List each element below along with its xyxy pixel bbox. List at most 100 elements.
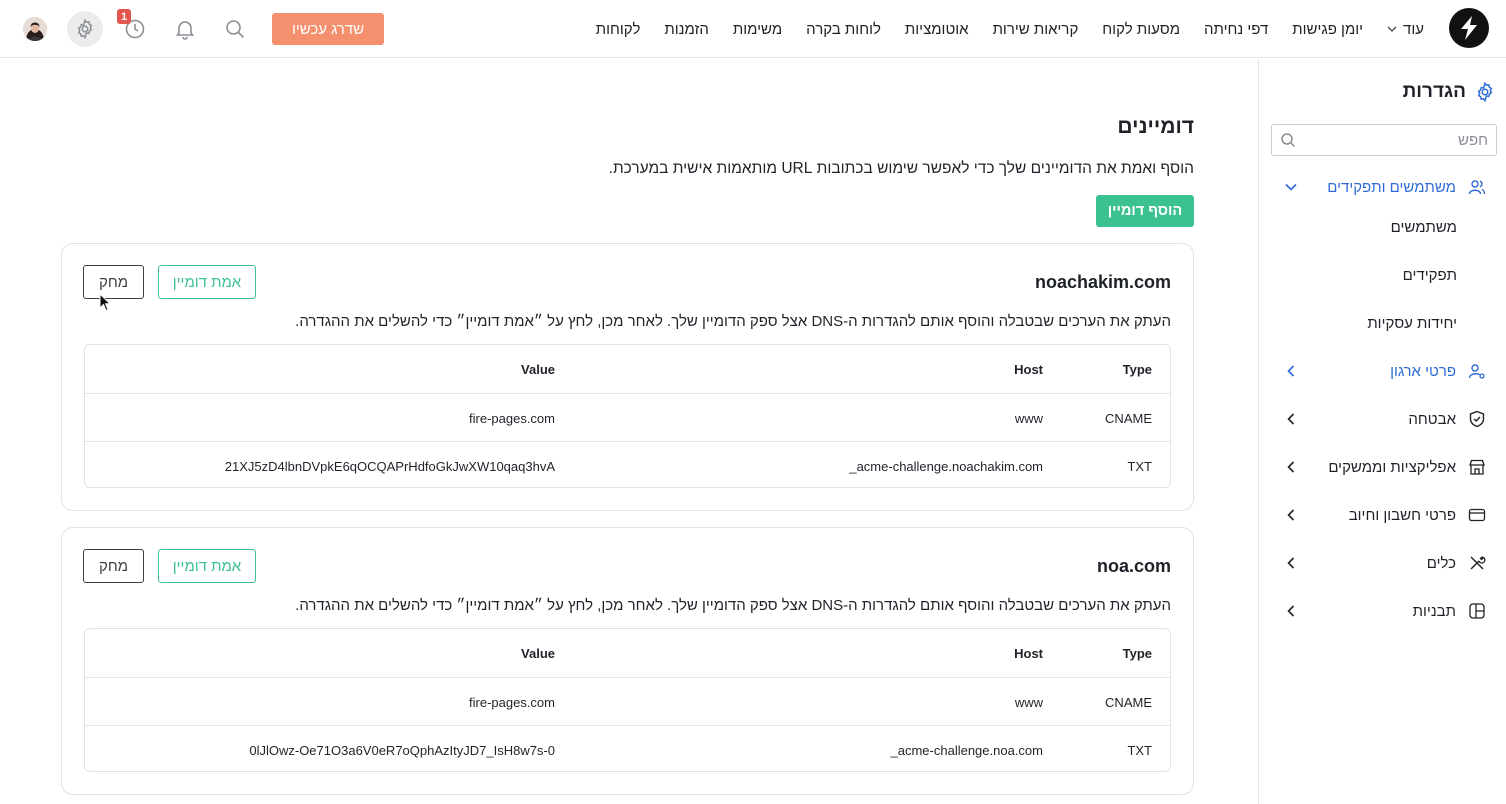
- chevron-left-icon: [1284, 460, 1298, 474]
- sidebar-search: [1271, 124, 1497, 156]
- sidebar-item-label: תבניות: [1412, 602, 1456, 620]
- sidebar-subitem-roles[interactable]: תפקידים: [1403, 267, 1457, 284]
- chevron-down-icon: [1284, 180, 1298, 194]
- domain-card: noa.com אמת דומיין מחק העתק את הערכים שב…: [61, 527, 1194, 795]
- sidebar-item-organization-details[interactable]: פרטי ארגון: [1258, 356, 1506, 386]
- sidebar-item-users-and-roles[interactable]: משתמשים ותפקידים: [1258, 172, 1506, 202]
- nav-item-orders[interactable]: הזמנות: [664, 21, 708, 38]
- table-row: TXT _acme-challenge.noa.com 0lJlOwz-Oe71…: [85, 725, 1170, 771]
- top-bar: לקוחות הזמנות משימות לוחות בקרה אוטומציו…: [0, 0, 1506, 58]
- settings-button[interactable]: [67, 11, 103, 47]
- sidebar-header: הגדרות: [1403, 81, 1496, 103]
- sidebar-item-label: פרטי חשבון וחיוב: [1348, 506, 1456, 524]
- logo-bolt-icon: [1461, 16, 1477, 40]
- chevron-left-icon: [1284, 364, 1298, 378]
- record-value: 0lJlOwz-Oe71O3a6V0eR7oQphAzItyJD7_IsH8w7…: [249, 742, 555, 758]
- search-icon: [226, 20, 245, 39]
- column-header-host: Host: [1014, 645, 1043, 661]
- dns-instructions: העתק את הערכים שבטבלה והוסף אותם להגדרות…: [295, 313, 1171, 330]
- nav-item-customers[interactable]: לקוחות: [596, 21, 641, 38]
- app-logo[interactable]: [1449, 8, 1489, 48]
- main-content: דומיינים הוסף ואמת את הדומיינים שלך כדי …: [0, 59, 1258, 804]
- column-header-type: Type: [1122, 645, 1152, 661]
- table-header-row: Type Host Value: [85, 345, 1170, 393]
- column-header-host: Host: [1014, 361, 1043, 377]
- sidebar-item-apps-and-integrations[interactable]: אפליקציות וממשקים: [1258, 452, 1506, 482]
- nav-item-tasks[interactable]: משימות: [733, 21, 782, 38]
- record-host: _acme-challenge.noachakim.com: [849, 458, 1043, 474]
- chevron-left-icon: [1284, 412, 1298, 426]
- user-avatar[interactable]: [23, 17, 47, 41]
- chevron-left-icon: [1284, 508, 1298, 522]
- nav-item-customer-journeys[interactable]: מסעות לקוח: [1102, 21, 1180, 38]
- template-icon: [1468, 602, 1486, 620]
- sidebar-item-label: אבטחה: [1408, 410, 1456, 428]
- notification-badge: 1: [117, 9, 131, 24]
- chevron-left-icon: [1284, 556, 1298, 570]
- chevron-down-icon: [1387, 26, 1397, 32]
- record-host: www: [1014, 694, 1043, 710]
- dns-records-table: Type Host Value CNAME www fire-pages.com…: [84, 628, 1171, 772]
- record-value: fire-pages.com: [469, 694, 555, 710]
- record-type: CNAME: [1105, 694, 1152, 710]
- verify-domain-button[interactable]: אמת דומיין: [158, 549, 256, 583]
- column-header-type: Type: [1122, 361, 1152, 377]
- main-nav: לקוחות הזמנות משימות לוחות בקרה אוטומציו…: [596, 0, 1424, 58]
- sidebar-item-label: כלים: [1426, 554, 1456, 572]
- sidebar-subitem-users[interactable]: משתמשים: [1391, 219, 1457, 236]
- delete-domain-button[interactable]: מחק: [83, 549, 144, 583]
- delete-domain-button[interactable]: מחק: [83, 265, 144, 299]
- avatar-image: [23, 17, 47, 41]
- gear-icon: [77, 18, 93, 40]
- org-user-icon: [1468, 362, 1486, 380]
- record-type: TXT: [1127, 458, 1152, 474]
- sidebar-search-input[interactable]: [1318, 131, 1488, 149]
- mouse-cursor-icon: [99, 292, 112, 317]
- record-type: CNAME: [1105, 410, 1152, 426]
- notifications-button[interactable]: [168, 12, 202, 46]
- store-icon: [1468, 458, 1486, 476]
- domain-name: noa.com: [1096, 556, 1171, 576]
- nav-item-service-tickets[interactable]: קריאות שירות: [993, 21, 1079, 38]
- sidebar-item-label: פרטי ארגון: [1390, 362, 1456, 380]
- search-button[interactable]: [218, 12, 252, 46]
- record-type: TXT: [1127, 742, 1152, 758]
- dns-instructions: העתק את הערכים שבטבלה והוסף אותם להגדרות…: [295, 597, 1171, 614]
- add-domain-button[interactable]: הוסף דומיין: [1096, 195, 1194, 227]
- record-value: 21XJ5zD4lbnDVpkE6qOCQAPrHdfoGkJwXW10qaq3…: [224, 458, 555, 474]
- sidebar-item-label: אפליקציות וממשקים: [1328, 458, 1456, 476]
- record-value: fire-pages.com: [469, 410, 555, 426]
- page-description: הוסף ואמת את הדומיינים שלך כדי לאפשר שימ…: [608, 160, 1194, 177]
- dns-records-table: Type Host Value CNAME www fire-pages.com…: [84, 344, 1171, 488]
- sidebar-subitem-business-units[interactable]: יחידות עסקיות: [1367, 315, 1457, 332]
- sidebar-item-account-and-billing[interactable]: פרטי חשבון וחיוב: [1258, 500, 1506, 530]
- domain-name: noachakim.com: [1034, 272, 1171, 292]
- verify-domain-button[interactable]: אמת דומיין: [158, 265, 256, 299]
- tools-icon: [1468, 554, 1486, 572]
- table-row: CNAME www fire-pages.com: [85, 677, 1170, 725]
- sidebar-item-label: משתמשים ותפקידים: [1327, 178, 1456, 196]
- nav-item-dashboards[interactable]: לוחות בקרה: [806, 21, 881, 38]
- bell-icon: [175, 21, 195, 40]
- upgrade-now-button[interactable]: שדרג עכשיו: [272, 13, 384, 45]
- users-icon: [1468, 178, 1486, 196]
- nav-item-meetings-calendar[interactable]: יומן פגישות: [1292, 21, 1363, 38]
- sidebar-item-tools[interactable]: כלים: [1258, 548, 1506, 578]
- column-header-value: Value: [521, 645, 555, 661]
- table-row: TXT _acme-challenge.noachakim.com 21XJ5z…: [85, 441, 1170, 487]
- table-header-row: Type Host Value: [85, 629, 1170, 677]
- nav-item-automations[interactable]: אוטומציות: [905, 21, 969, 38]
- sidebar-title: הגדרות: [1402, 81, 1466, 102]
- column-header-value: Value: [521, 361, 555, 377]
- sidebar-item-templates[interactable]: תבניות: [1258, 596, 1506, 626]
- page-title: דומיינים: [1117, 115, 1194, 138]
- nav-more-menu[interactable]: עוד: [1387, 21, 1424, 38]
- gear-icon: [1477, 81, 1493, 103]
- table-row: CNAME www fire-pages.com: [85, 393, 1170, 441]
- sidebar-item-security[interactable]: אבטחה: [1258, 404, 1506, 434]
- nav-more-label: עוד: [1403, 20, 1424, 38]
- domain-card: noachakim.com אמת דומיין מחק העתק את הער…: [61, 243, 1194, 511]
- shield-icon: [1468, 410, 1486, 428]
- nav-item-landing-pages[interactable]: דפי נחיתה: [1204, 21, 1268, 38]
- record-host: www: [1014, 410, 1043, 426]
